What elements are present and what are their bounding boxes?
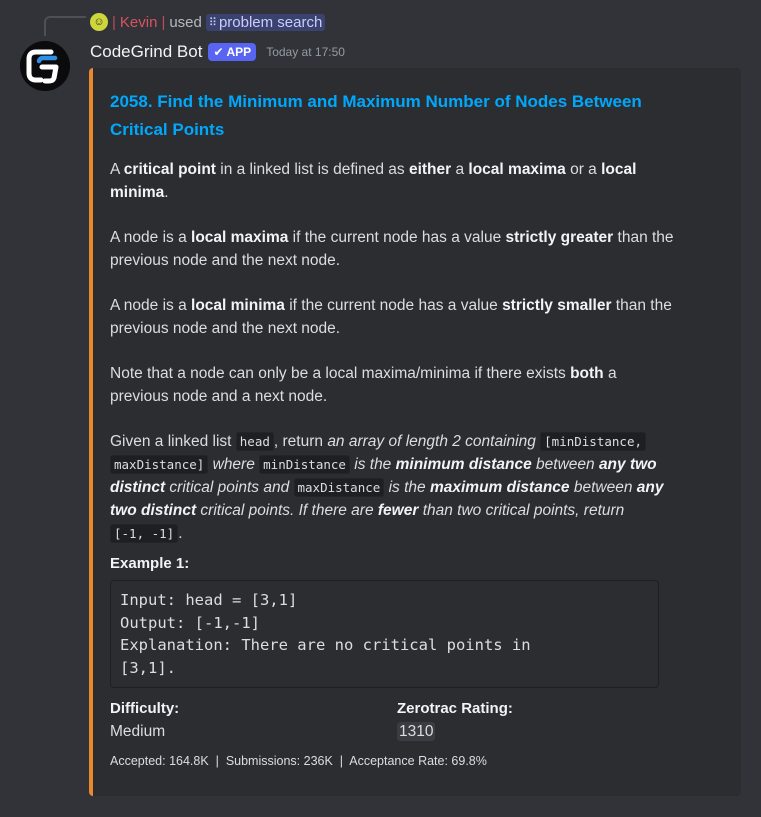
rating-label: Zerotrac Rating:	[397, 700, 513, 717]
used-text: used	[169, 13, 202, 31]
name-separator-right: |	[161, 13, 166, 31]
difficulty-value: Medium	[110, 723, 166, 740]
slash-command-mention[interactable]: ⠿ problem search	[205, 13, 326, 31]
bold-run: local minima	[191, 297, 285, 314]
italic-run: critical points. If there are	[196, 502, 378, 519]
code-line: Output: [-1,-1]	[120, 613, 260, 632]
inline-code: head	[235, 432, 274, 451]
inline-code: [minDistance,	[540, 432, 646, 451]
user-name[interactable]: Kevin	[120, 14, 158, 31]
italic-run: is the	[384, 479, 430, 496]
command-icon: ⠿	[208, 16, 217, 29]
text-run: A	[110, 161, 124, 178]
example-code-block[interactable]: Input: head = [3,1] Output: [-1,-1] Expl…	[110, 580, 659, 688]
text-run: , return	[273, 433, 328, 450]
code-line: Explanation: There are no critical point…	[120, 636, 531, 654]
text-run: if the current node has a value	[284, 297, 503, 314]
italic-run: between	[569, 479, 637, 496]
app-badge: ✔ APP	[208, 43, 257, 61]
text-run: or a	[565, 161, 602, 178]
italic-run: where	[208, 456, 260, 473]
inline-code: minDistance	[259, 455, 350, 474]
command-name: problem search	[218, 13, 323, 31]
bot-name[interactable]: CodeGrind Bot	[90, 42, 202, 62]
description-paragraph-2: A node is a local maxima if the current …	[110, 226, 722, 272]
text-run: a	[451, 161, 469, 178]
text-run: a	[603, 365, 617, 382]
problem-embed: 2058. Find the Minimum and Maximum Numbe…	[89, 68, 741, 796]
code-line: Input: head = [3,1]	[120, 591, 298, 609]
reply-connector	[44, 16, 86, 36]
code-line: [3,1].	[120, 658, 176, 677]
difficulty-label: Difficulty:	[110, 700, 180, 717]
bold-italic-run: minimum distance	[395, 456, 532, 473]
italic-run: critical points and	[165, 479, 294, 496]
text-run: A node is a	[110, 229, 192, 246]
italic-run: between	[531, 456, 599, 473]
text-run: previous node and a next node.	[110, 388, 328, 405]
bold-run: either	[408, 161, 452, 178]
message-header: CodeGrind Bot ✔ APP Today at 17:50	[90, 40, 345, 64]
text-run: in a linked list is defined as	[215, 161, 409, 178]
verified-check-icon: ✔	[213, 45, 224, 59]
bold-italic-run: any two	[598, 456, 657, 473]
text-run: than the	[611, 297, 672, 314]
italic-run: is the	[349, 456, 396, 473]
embed-footer: Accepted: 164.8K | Submissions: 236K | A…	[110, 754, 487, 768]
italic-run: than two critical points, return	[418, 502, 625, 519]
inline-code: maxDistance	[293, 478, 385, 497]
user-avatar-small[interactable]: ☺	[90, 13, 108, 31]
bold-run: local maxima	[468, 161, 566, 178]
text-run: Given a linked list	[110, 433, 236, 450]
bold-run: minima	[110, 184, 165, 201]
bold-run: local maxima	[191, 229, 289, 246]
bold-run: strictly greater	[505, 229, 614, 246]
reply-context[interactable]: ☺ | Kevin | used ⠿ problem search	[90, 11, 326, 33]
message-timestamp[interactable]: Today at 17:50	[266, 45, 345, 59]
text-run: if the current node has a value	[288, 229, 506, 246]
text-run: previous node and the next node.	[110, 252, 341, 269]
rating-field: Zerotrac Rating: 1310	[397, 698, 684, 744]
bold-italic-run: maximum distance	[429, 479, 570, 496]
app-tag-label: APP	[226, 45, 252, 59]
inline-code: [-1, -1]	[110, 524, 179, 543]
bold-italic-run: two distinct	[110, 502, 197, 519]
text-run: .	[178, 525, 183, 542]
example-title: Example 1:	[110, 555, 190, 572]
bold-run: both	[570, 365, 604, 382]
difficulty-field: Difficulty: Medium	[110, 698, 397, 744]
description-paragraph-3: A node is a local minima if the current …	[110, 294, 722, 340]
embed-fields: Difficulty: Medium Zerotrac Rating: 1310	[110, 698, 722, 744]
bold-italic-run: distinct	[110, 479, 166, 496]
codegrind-logo-icon	[20, 41, 70, 91]
bold-run: strictly smaller	[502, 297, 612, 314]
text-run: Note that a node can only be a local max…	[110, 365, 571, 382]
name-separator-left: |	[112, 13, 116, 31]
text-run: previous node and the next node.	[110, 320, 341, 337]
text-run: than the	[613, 229, 674, 246]
description-paragraph-5: Given a linked list head, return an arra…	[110, 430, 722, 545]
bold-italic-run: fewer	[377, 502, 419, 519]
description-paragraph-4: Note that a node can only be a local max…	[110, 362, 722, 408]
italic-run: an array of length 2 containing	[327, 433, 536, 450]
inline-code: maxDistance]	[110, 455, 209, 474]
bold-italic-run: any	[636, 479, 664, 496]
text-run: .	[164, 184, 169, 201]
embed-title-link[interactable]: 2058. Find the Minimum and Maximum Numbe…	[110, 88, 722, 144]
bot-avatar[interactable]	[20, 41, 70, 91]
bold-run: local	[601, 161, 637, 178]
embed-title-line-2: Critical Points	[110, 120, 225, 139]
rating-value: 1310	[397, 722, 436, 741]
bold-run: critical point	[123, 161, 216, 178]
description-paragraph-1: A critical point in a linked list is def…	[110, 158, 722, 204]
embed-title-line-1: 2058. Find the Minimum and Maximum Numbe…	[110, 92, 642, 111]
text-run: A node is a	[110, 297, 192, 314]
